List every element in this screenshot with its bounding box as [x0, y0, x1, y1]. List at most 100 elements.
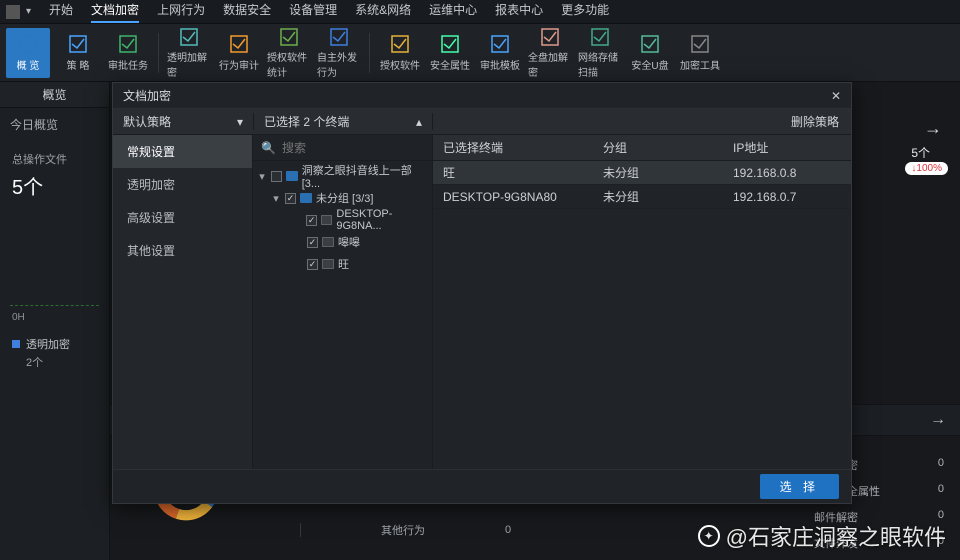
ribbon-btn[interactable]: 行为审计	[217, 28, 261, 78]
arrow-right-icon[interactable]: →	[930, 411, 946, 429]
ribbon-btn[interactable]: 安全属性	[428, 28, 472, 78]
summary-delta: ↓100%	[905, 162, 948, 175]
ribbon-icon	[389, 33, 411, 55]
selected-dropdown[interactable]: 已选择 2 个终端▴	[253, 113, 433, 130]
ribbon-btn[interactable]: 透明加解密	[167, 28, 211, 78]
ribbon-btn[interactable]: 审批模板	[478, 28, 522, 78]
watermark: ✦ @石家庄洞察之眼软件	[698, 520, 946, 552]
tree-node[interactable]: 嗥嗥	[253, 231, 432, 253]
app-icon	[6, 5, 20, 19]
legend-label: 透明加密	[26, 336, 70, 352]
ribbon-btn[interactable]: 自主外发行为	[317, 28, 361, 78]
legend-count: 2个	[0, 352, 109, 372]
table-row[interactable]: 旺未分组192.168.0.8	[433, 161, 851, 185]
arrow-right-icon[interactable]: →	[924, 118, 942, 139]
table-header: 分组	[593, 139, 723, 156]
behavior-stat: 其他行为 0	[300, 522, 511, 538]
left-panel: 概览 今日概览 总操作文件 5个 透明加密 2个	[0, 82, 110, 560]
tree-icon	[322, 237, 334, 247]
modal-side-item[interactable]: 高级设置	[113, 201, 252, 234]
tree-node[interactable]: ▾ 未分组 [3/3]	[253, 187, 432, 209]
search-input[interactable]	[282, 141, 424, 155]
ribbon-btn[interactable]: 授权软件统计	[267, 28, 311, 78]
left-item-today[interactable]: 今日概览	[0, 108, 109, 141]
ribbon-icon	[489, 33, 511, 55]
ribbon-icon	[117, 33, 139, 55]
ribbon-btn[interactable]: 安全U盘	[628, 28, 672, 78]
ribbon-separator	[158, 33, 159, 73]
ribbon-icon	[589, 27, 611, 47]
ribbon-btn[interactable]: 策 略	[56, 28, 100, 78]
tree-arrow-icon: ▾	[257, 170, 267, 183]
ribbon-icon	[178, 27, 200, 47]
tree-node[interactable]: ▾ 洞察之眼抖音线上一部 [3...	[253, 165, 432, 187]
ribbon-icon	[689, 33, 711, 55]
mini-chart	[10, 216, 99, 306]
checkbox[interactable]	[307, 237, 318, 248]
ribbon-btn[interactable]: 全盘加解密	[528, 28, 572, 78]
ribbon-icon	[67, 33, 89, 55]
menu-tab-8[interactable]: 更多功能	[561, 1, 609, 23]
modal-title: 文档加密	[123, 87, 171, 104]
legend-dot	[12, 340, 20, 348]
selected-table: 已选择终端分组IP地址 旺未分组192.168.0.8DESKTOP-9G8NA…	[433, 135, 851, 469]
menu-tab-2[interactable]: 上网行为	[157, 1, 205, 23]
menu-tab-7[interactable]: 报表中心	[495, 1, 543, 23]
chevron-up-icon: ▴	[416, 115, 422, 129]
tree-label: 旺	[338, 256, 349, 272]
search-icon: 🔍	[261, 141, 276, 155]
title-bar: ▾ 开始文档加密上网行为数据安全设备管理系统&网络运维中心报表中心更多功能	[0, 0, 960, 24]
left-header-overview: 概览	[0, 82, 109, 108]
tree-node[interactable]: DESKTOP-9G8NA...	[253, 209, 432, 231]
modal-side-item[interactable]: 常规设置	[113, 135, 252, 168]
delete-policy-button[interactable]: 删除策略	[779, 113, 851, 130]
ribbon-icon	[278, 27, 300, 47]
modal-side-item[interactable]: 透明加密	[113, 168, 252, 201]
checkbox[interactable]	[271, 171, 282, 182]
table-header: IP地址	[723, 139, 851, 156]
checkbox[interactable]	[285, 193, 296, 204]
ribbon-separator	[369, 33, 370, 73]
checkbox[interactable]	[306, 215, 317, 226]
summary-count: 5个	[911, 144, 930, 161]
tree-label: 未分组 [3/3]	[316, 190, 373, 206]
ribbon-btn[interactable]: 网络存储扫描	[578, 28, 622, 78]
close-icon[interactable]: ✕	[831, 89, 841, 103]
stat-total-value: 5个	[12, 171, 97, 200]
menu-tab-4[interactable]: 设备管理	[289, 1, 337, 23]
menu-tab-5[interactable]: 系统&网络	[355, 1, 411, 23]
ribbon-icon	[639, 33, 661, 55]
ribbon-btn[interactable]: 授权软件	[378, 28, 422, 78]
tree-label: 嗥嗥	[338, 234, 360, 250]
modal-side-item[interactable]: 其他设置	[113, 234, 252, 267]
ribbon-btn[interactable]: 概 览	[6, 28, 50, 78]
tree-label: DESKTOP-9G8NA...	[336, 208, 432, 232]
policy-dropdown[interactable]: 默认策略▾	[113, 113, 253, 130]
tree-icon	[322, 259, 334, 269]
ribbon-btn[interactable]: 加密工具	[678, 28, 722, 78]
tree-label: 洞察之眼抖音线上一部 [3...	[302, 162, 432, 190]
policy-modal: 文档加密 ✕ 默认策略▾ 已选择 2 个终端▴ 删除策略 常规设置透明加密高级设…	[112, 82, 852, 504]
watermark-icon: ✦	[698, 525, 720, 547]
table-row[interactable]: DESKTOP-9G8NA80未分组192.168.0.7	[433, 185, 851, 209]
stat-total-label: 总操作文件	[12, 151, 97, 167]
menu-tab-1[interactable]: 文档加密	[91, 1, 139, 23]
confirm-button[interactable]: 选 择	[760, 474, 839, 499]
checkbox[interactable]	[307, 259, 318, 270]
menu-tab-3[interactable]: 数据安全	[223, 1, 271, 23]
ribbon-icon	[228, 33, 250, 55]
tree-arrow-icon: ▾	[271, 192, 281, 205]
table-header: 已选择终端	[433, 139, 593, 156]
tree-icon	[321, 215, 332, 225]
tree-icon	[286, 171, 298, 181]
ribbon-icon	[17, 33, 39, 55]
terminal-tree: 🔍 ▾ 洞察之眼抖音线上一部 [3... ▾ 未分组 [3/3] DESKTOP-9G8…	[253, 135, 433, 469]
ribbon-btn[interactable]: 审批任务	[106, 28, 150, 78]
app-menu-caret[interactable]: ▾	[26, 6, 31, 17]
modal-sidebar: 常规设置透明加密高级设置其他设置	[113, 135, 253, 469]
ribbon-icon	[539, 27, 561, 47]
menu-tab-6[interactable]: 运维中心	[429, 1, 477, 23]
ribbon: 概 览策 略审批任务透明加解密行为审计授权软件统计自主外发行为授权软件安全属性审…	[0, 24, 960, 82]
menu-tab-0[interactable]: 开始	[49, 1, 73, 23]
tree-node[interactable]: 旺	[253, 253, 432, 275]
